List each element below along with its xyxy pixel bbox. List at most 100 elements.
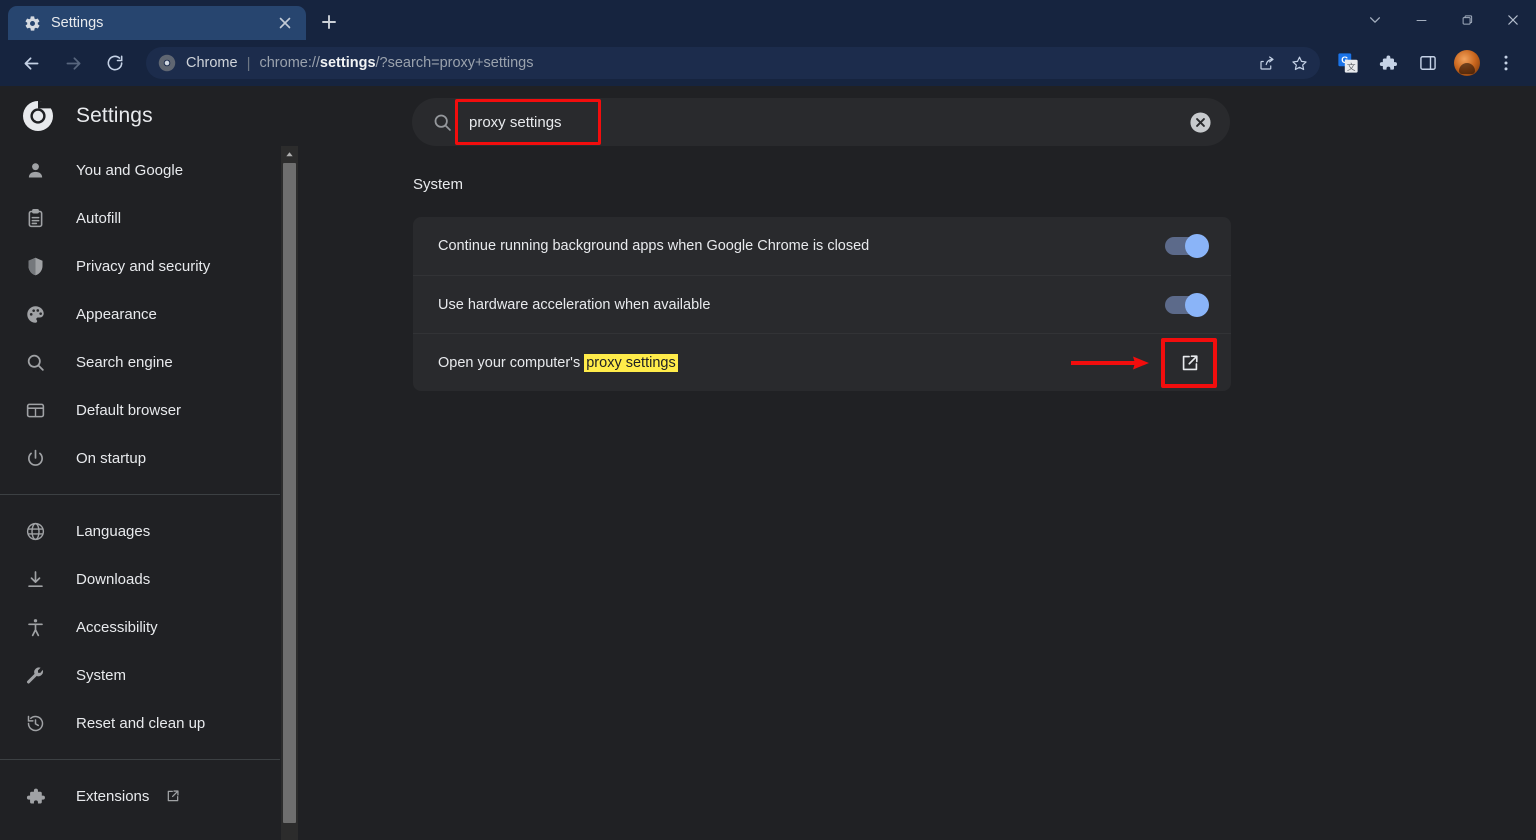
search-input[interactable]: proxy settings xyxy=(455,98,1188,146)
shield-icon xyxy=(24,255,46,277)
tab-strip: Settings xyxy=(0,0,344,40)
url-host: settings xyxy=(319,55,376,71)
toggle-knob xyxy=(1185,292,1209,317)
sidebar-item-label: System xyxy=(76,666,127,684)
close-circle-icon[interactable] xyxy=(1188,110,1212,134)
sidebar-item-privacy-and-security[interactable]: Privacy and security xyxy=(0,242,280,290)
sidebar-item-accessibility[interactable]: Accessibility xyxy=(0,603,280,651)
system-settings-card: Continue running background apps when Go… xyxy=(413,217,1231,391)
hardware-acceleration-row[interactable]: Use hardware acceleration when available xyxy=(413,275,1231,333)
omnibox-separator: | xyxy=(246,54,251,72)
background-apps-row[interactable]: Continue running background apps when Go… xyxy=(413,217,1231,275)
translate-icon[interactable]: G 文 xyxy=(1331,46,1365,80)
accessibility-icon xyxy=(24,616,46,638)
sidebar-item-label: Search engine xyxy=(76,353,173,371)
sidebar-item-downloads[interactable]: Downloads xyxy=(0,555,280,603)
sidebar-item-label: On startup xyxy=(76,449,147,467)
tab-title: Settings xyxy=(51,15,104,31)
search-icon xyxy=(24,351,46,373)
omnibox-chip-label: Chrome xyxy=(186,55,238,71)
back-button[interactable] xyxy=(14,46,48,80)
sidebar-item-label: Reset and clean up xyxy=(76,714,206,732)
search-input-value: proxy settings xyxy=(469,113,562,131)
globe-icon xyxy=(24,520,46,542)
puzzle-icon xyxy=(24,785,46,807)
palette-icon xyxy=(24,303,46,325)
hardware-acceleration-toggle[interactable] xyxy=(1165,292,1209,317)
sidebar-item-default-browser[interactable]: Default browser xyxy=(0,386,280,434)
page-title: Settings xyxy=(76,104,153,127)
sidebar-item-autofill[interactable]: Autofill xyxy=(0,194,280,242)
chrome-icon xyxy=(158,54,176,72)
proxy-settings-row[interactable]: Open your computer's proxy settings xyxy=(413,333,1231,391)
bookmark-star-icon[interactable] xyxy=(1284,48,1314,78)
toggle-knob xyxy=(1185,234,1209,258)
sidebar-item-label: Languages xyxy=(76,522,151,540)
gear-icon xyxy=(24,15,41,32)
extensions-puzzle-icon[interactable] xyxy=(1371,46,1405,80)
svg-text:文: 文 xyxy=(1347,61,1356,72)
sidebar-item-label: Downloads xyxy=(76,570,151,588)
close-window-button[interactable] xyxy=(1490,0,1536,40)
search-match-highlight: proxy settings xyxy=(584,353,678,372)
sidebar-scrollbar[interactable] xyxy=(281,146,298,840)
sidebar-item-reset-and-clean-up[interactable]: Reset and clean up xyxy=(0,699,280,747)
sidebar-item-languages[interactable]: Languages xyxy=(0,507,280,555)
section-title: System xyxy=(413,176,464,193)
row-label-prefix: Open your computer's xyxy=(438,354,585,371)
new-tab-button[interactable] xyxy=(314,7,344,37)
open-proxy-settings-button[interactable] xyxy=(1173,346,1207,380)
sidebar-item-label: Extensions xyxy=(76,787,150,805)
maximize-button[interactable] xyxy=(1444,0,1490,40)
search-icon xyxy=(432,112,453,133)
history-restore-icon xyxy=(24,712,46,734)
settings-page: Settings proxy settings You and Google A… xyxy=(0,86,1536,840)
sidebar-divider xyxy=(0,494,280,495)
forward-button[interactable] xyxy=(56,46,90,80)
browser-toolbar: Chrome | chrome://settings/?search=proxy… xyxy=(0,40,1536,86)
settings-sidebar: You and Google Autofill Privacy and secu… xyxy=(0,146,280,840)
share-icon[interactable] xyxy=(1252,48,1282,78)
url-suffix: /?search=proxy+settings xyxy=(375,55,534,71)
sidebar-divider xyxy=(0,759,280,760)
sidebar-item-search-engine[interactable]: Search engine xyxy=(0,338,280,386)
autofill-clipboard-icon xyxy=(24,207,46,229)
tab-search-button[interactable] xyxy=(1352,0,1398,40)
chrome-menu-icon[interactable] xyxy=(1489,46,1523,80)
sidebar-item-label: Privacy and security xyxy=(76,257,211,275)
close-tab-icon[interactable] xyxy=(276,14,294,32)
browser-tab-settings[interactable]: Settings xyxy=(8,6,306,40)
sidebar-item-label: Default browser xyxy=(76,401,182,419)
address-bar[interactable]: Chrome | chrome://settings/?search=proxy… xyxy=(146,47,1320,79)
scroll-up-arrow-icon[interactable] xyxy=(281,146,298,163)
profile-avatar[interactable] xyxy=(1454,50,1480,76)
wrench-icon xyxy=(24,664,46,686)
minimize-button[interactable] xyxy=(1398,0,1444,40)
browser-window: Settings Chrome | chrome://settings/?sea… xyxy=(0,0,1536,840)
reload-button[interactable] xyxy=(98,46,132,80)
side-panel-icon[interactable] xyxy=(1411,46,1445,80)
sidebar-item-label: Autofill xyxy=(76,209,122,227)
sidebar-item-label: Accessibility xyxy=(76,618,158,636)
sidebar-item-appearance[interactable]: Appearance xyxy=(0,290,280,338)
external-link-icon xyxy=(165,788,181,804)
sidebar-item-system[interactable]: System xyxy=(0,651,280,699)
sidebar-item-you-and-google[interactable]: You and Google xyxy=(0,146,280,194)
download-icon xyxy=(24,568,46,590)
scrollbar-thumb[interactable] xyxy=(283,163,296,823)
settings-search-bar[interactable]: proxy settings xyxy=(412,98,1230,146)
row-label: Open your computer's proxy settings xyxy=(438,353,1173,372)
chrome-logo-icon xyxy=(22,100,54,132)
settings-content: System Continue running background apps … xyxy=(300,146,1536,840)
browser-window-icon xyxy=(24,399,46,421)
sidebar-item-label: Appearance xyxy=(76,305,157,323)
window-controls xyxy=(1352,0,1536,40)
background-apps-toggle[interactable] xyxy=(1165,234,1209,258)
sidebar-item-on-startup[interactable]: On startup xyxy=(0,434,280,482)
power-icon xyxy=(24,447,46,469)
sidebar-item-extensions[interactable]: Extensions xyxy=(0,772,280,820)
url-prefix: chrome:// xyxy=(259,55,320,71)
title-bar: Settings xyxy=(0,0,1536,40)
row-label: Use hardware acceleration when available xyxy=(438,296,711,313)
omnibox-actions xyxy=(1252,48,1314,78)
